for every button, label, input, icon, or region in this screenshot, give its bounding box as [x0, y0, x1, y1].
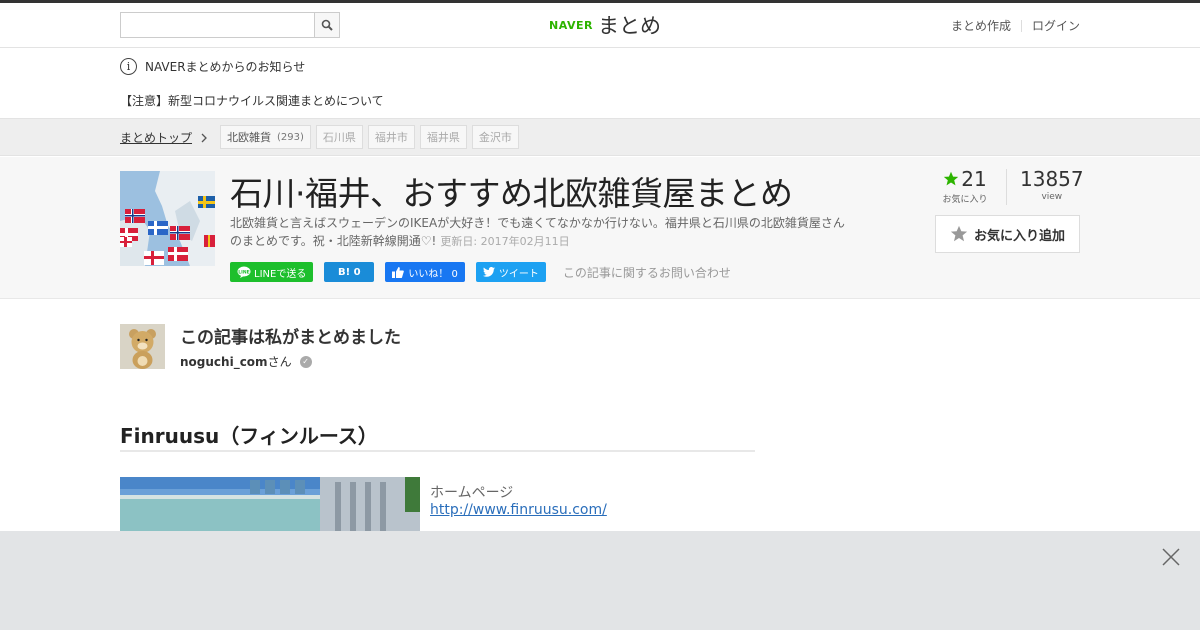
search-input[interactable] [121, 13, 315, 37]
page-title: 石川·福井、おすすめ北欧雑貨屋まとめ [230, 174, 793, 213]
logo-matome: まとめ [597, 14, 661, 38]
line-share-button[interactable]: LINE LINEで送る [230, 262, 314, 282]
author-username[interactable]: noguchi_com [180, 355, 268, 369]
star-icon [944, 171, 959, 186]
article-thumbnail [120, 171, 215, 266]
star-outline-icon [950, 225, 968, 242]
shop-photo[interactable] [120, 477, 420, 537]
tag-label: 福井市 [374, 131, 408, 144]
facebook-like-button[interactable]: いいね！ 0 [385, 262, 465, 282]
site-header: NAVER まとめ まとめ作成 ログイン [0, 3, 1200, 48]
hatena-bookmark-button[interactable]: B! 0 [324, 262, 375, 282]
favorites-count: 21 [961, 167, 987, 191]
add-favorite-button[interactable]: お気に入り追加 [935, 215, 1080, 253]
views-count: 13857 [1020, 167, 1084, 191]
svg-text:LINE: LINE [238, 270, 249, 276]
tag-label: 福井県 [426, 131, 460, 144]
search-box [120, 12, 340, 38]
views-label: view [1041, 192, 1063, 202]
author-heading: この記事は私がまとめました [180, 328, 401, 348]
site-logo[interactable]: NAVER まとめ [549, 11, 661, 39]
tweet-button[interactable]: ツイート [475, 262, 546, 282]
tag-label: 石川県 [322, 131, 356, 144]
line-icon: LINE [237, 266, 251, 278]
tag-kanazawa[interactable]: 金沢市 [471, 125, 519, 149]
notice-link[interactable]: 【注意】新型コロナウイルス関連まとめについて [120, 92, 384, 109]
stats-divider [1006, 169, 1007, 205]
login-link[interactable]: ログイン [1032, 17, 1080, 34]
section-divider [120, 450, 755, 452]
twitter-bird-icon [482, 267, 495, 277]
author-suffix: さん [267, 355, 292, 369]
line-share-label: LINEで送る [254, 268, 307, 280]
header-links: まとめ作成 ログイン [951, 17, 1080, 34]
thumbs-up-icon [392, 266, 405, 278]
article-stats: 21 お気に入り 13857 view [940, 167, 1084, 205]
add-favorite-label: お気に入り追加 [973, 228, 1065, 244]
close-icon[interactable] [1162, 548, 1180, 566]
notice-heading-text: NAVERまとめからのお知らせ [145, 60, 306, 74]
homepage-label: ホームページ [430, 485, 514, 501]
notice-heading: i NAVERまとめからのお知らせ [120, 58, 305, 75]
article-header: 石川·福井、おすすめ北欧雑貨屋まとめ 北欧雑貨と言えばスウェーデンのIKEAが大… [0, 157, 1200, 299]
search-button[interactable] [314, 13, 339, 37]
tag-label: 北欧雑貨 [227, 131, 271, 144]
info-icon: i [120, 58, 137, 75]
logo-naver: NAVER [549, 18, 593, 32]
breadcrumb-top-label: まとめトップ [120, 131, 193, 145]
inquiry-link[interactable]: この記事に関するお問い合わせ [563, 264, 731, 281]
tag-count: (293) [277, 131, 304, 143]
ad-overlay [0, 531, 1200, 630]
breadcrumb-top-link[interactable]: まとめトップ [120, 129, 208, 146]
views-stat: 13857 view [1020, 167, 1084, 205]
tag-list: 北欧雑貨 (293) 石川県 福井市 福井県 金沢市 [220, 125, 524, 149]
share-bar: LINE LINEで送る B! 0 いいね！ 0 ツイート この記事に関するお問… [230, 262, 731, 282]
breadcrumb: まとめトップ 北欧雑貨 (293) 石川県 福井市 福井県 金沢市 [0, 119, 1200, 156]
notice-area: i NAVERまとめからのお知らせ 【注意】新型コロナウイルス関連まとめについて [0, 49, 1200, 119]
favorites-label: お気に入り [942, 195, 988, 205]
updated-date: 更新日: 2017年02月11日 [440, 235, 570, 248]
hatena-label: B! 0 [338, 266, 361, 278]
tweet-label: ツイート [498, 268, 539, 280]
article-description: 北欧雑貨と言えばスウェーデンのIKEAが大好き！でも遠くてなかなか行けない。福井… [230, 214, 850, 251]
tag-hokuo-zakka[interactable]: 北欧雑貨 (293) [220, 125, 311, 149]
homepage-link[interactable]: http://www.finruusu.com/ [430, 502, 607, 518]
tag-ishikawa[interactable]: 石川県 [315, 125, 363, 149]
favorites-stat: 21 お気に入り [940, 167, 990, 205]
header-divider [1020, 19, 1022, 32]
search-icon [321, 19, 333, 31]
tag-fukui-pref[interactable]: 福井県 [419, 125, 467, 149]
avatar[interactable] [120, 324, 165, 369]
chevron-right-icon [201, 133, 207, 142]
tag-fukui-city[interactable]: 福井市 [367, 125, 415, 149]
create-matome-link[interactable]: まとめ作成 [951, 17, 1011, 34]
verified-icon: ✓ [299, 355, 312, 368]
section-heading: Finruusu（フィンルース） [120, 424, 378, 448]
facebook-label: いいね！ 0 [408, 268, 458, 280]
author-name: noguchi_com さん ✓ [180, 353, 312, 370]
tag-label: 金沢市 [478, 131, 512, 144]
